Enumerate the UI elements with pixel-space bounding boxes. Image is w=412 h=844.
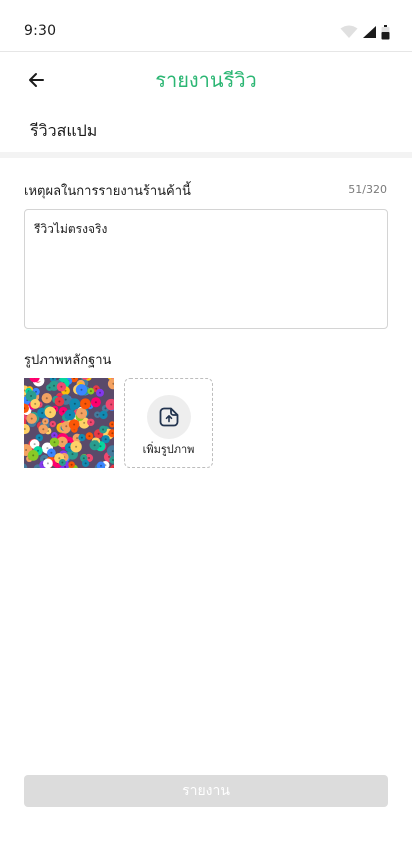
signal-icon bbox=[363, 26, 376, 38]
evidence-label: รูปภาพหลักฐาน bbox=[24, 353, 112, 368]
status-time: 9:30 bbox=[24, 23, 57, 39]
submit-report-button[interactable]: รายงาน bbox=[24, 775, 388, 807]
report-subject-row: รีวิวสแปม bbox=[0, 106, 412, 152]
reason-value: รีวิวไม่ตรงจริง bbox=[34, 222, 108, 236]
upload-file-icon bbox=[159, 407, 179, 427]
add-photo-button[interactable]: เพิ่มรูปภาพ bbox=[124, 378, 213, 468]
page-title: รายงานรีวิว bbox=[155, 68, 257, 92]
section-divider bbox=[0, 152, 412, 158]
status-bar: 9:30 bbox=[0, 0, 412, 52]
add-photo-label: เพิ่มรูปภาพ bbox=[142, 443, 195, 456]
report-subject: รีวิวสแปม bbox=[30, 121, 98, 140]
reason-label: เหตุผลในการรายงานร้านค้านี้ bbox=[24, 184, 191, 199]
colorful-beads-photo bbox=[24, 378, 114, 468]
evidence-photo-thumbnail[interactable] bbox=[24, 378, 114, 468]
status-icons bbox=[340, 24, 390, 40]
wifi-icon bbox=[340, 25, 358, 38]
battery-icon bbox=[381, 24, 390, 39]
app-bar: รายงานรีวิว bbox=[0, 52, 412, 106]
reason-char-counter: 51/320 bbox=[348, 183, 387, 196]
add-photo-icon-circle bbox=[147, 395, 191, 439]
reason-textarea[interactable]: รีวิวไม่ตรงจริง bbox=[24, 209, 388, 329]
